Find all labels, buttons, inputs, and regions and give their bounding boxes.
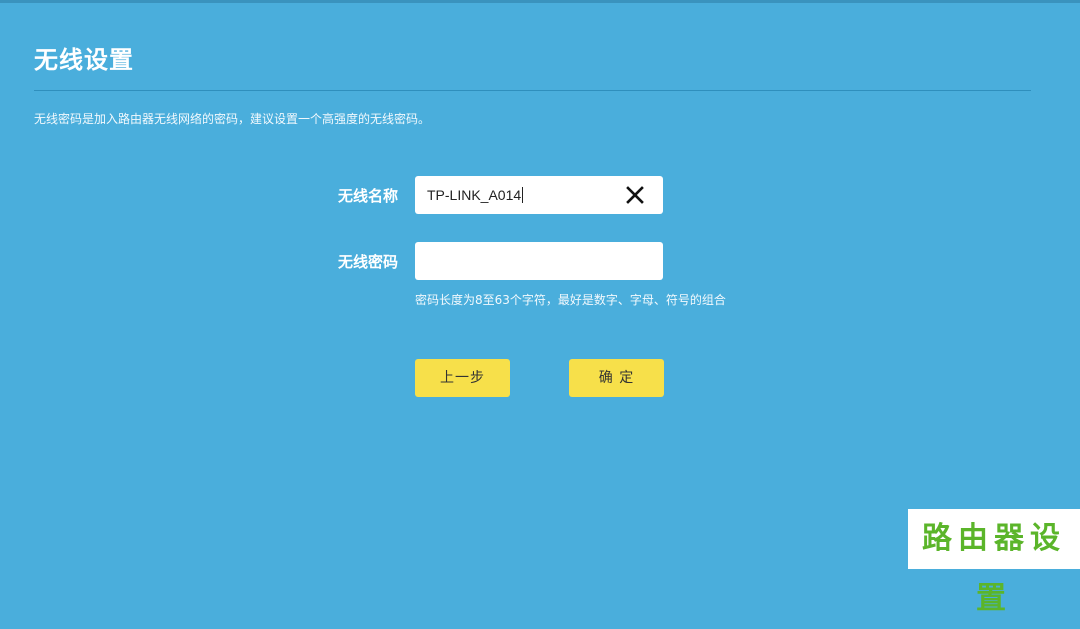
watermark: 路由器设置: [908, 509, 1080, 616]
page-description: 无线密码是加入路由器无线网络的密码，建议设置一个高强度的无线密码。: [34, 112, 431, 126]
password-hint: 密码长度为8至63个字符，最好是数字、字母、符号的组合: [415, 293, 726, 307]
ssid-label: 无线名称: [337, 187, 398, 205]
page-title: 无线设置: [34, 46, 134, 74]
password-label: 无线密码: [337, 253, 398, 271]
top-border: [0, 0, 1080, 3]
back-button[interactable]: 上一步: [415, 359, 510, 397]
password-input[interactable]: [415, 242, 663, 280]
close-icon[interactable]: [623, 183, 647, 207]
title-divider: [34, 90, 1031, 91]
ssid-input[interactable]: TP-LINK_A014: [415, 176, 663, 214]
ssid-input-value: TP-LINK_A014: [427, 187, 524, 203]
text-caret: [522, 187, 524, 203]
confirm-button[interactable]: 确 定: [569, 359, 664, 397]
